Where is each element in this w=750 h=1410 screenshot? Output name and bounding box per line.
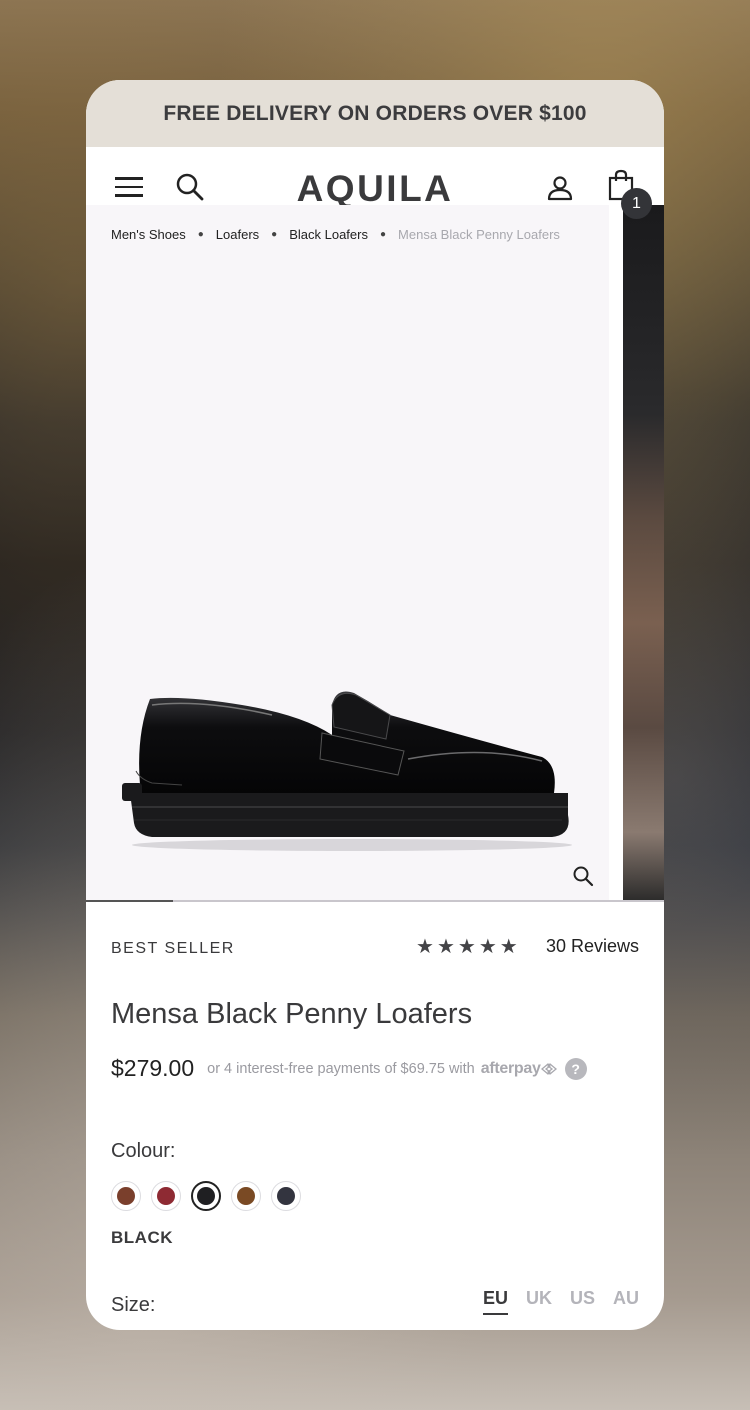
size-row: Size: EU UK US AU bbox=[111, 1288, 639, 1328]
breadcrumb-item-black-loafers[interactable]: Black Loafers bbox=[289, 227, 368, 242]
product-gallery[interactable]: Men's Shoes ● Loafers ● Black Loafers ● … bbox=[86, 205, 664, 902]
breadcrumb-separator: ● bbox=[379, 229, 387, 240]
brand-logo[interactable]: AQUILA bbox=[86, 167, 664, 205]
breadcrumb: Men's Shoes ● Loafers ● Black Loafers ● … bbox=[111, 227, 560, 242]
size-tab-au[interactable]: AU bbox=[613, 1288, 639, 1315]
breadcrumb-separator: ● bbox=[197, 229, 204, 240]
colour-swatch[interactable] bbox=[111, 1181, 141, 1211]
star-icon: ★ bbox=[499, 936, 518, 958]
breadcrumb-item-mens-shoes[interactable]: Men's Shoes bbox=[111, 227, 186, 242]
colour-swatch[interactable] bbox=[151, 1181, 181, 1211]
breadcrumb-current: Mensa Black Penny Loafers bbox=[398, 227, 560, 242]
star-icon: ★ bbox=[416, 936, 434, 958]
badge-row: BEST SELLER ★ ★ ★ ★ ★ 30 Reviews bbox=[111, 902, 639, 960]
reviews-link[interactable]: 30 Reviews bbox=[546, 936, 639, 957]
site-header: AQUILA bbox=[86, 147, 664, 205]
promo-banner: FREE DELIVERY ON ORDERS OVER $100 bbox=[86, 80, 664, 147]
selected-colour-name: BLACK bbox=[111, 1228, 173, 1247]
afterpay-text: or 4 interest-free payments of $69.75 wi… bbox=[207, 1060, 475, 1077]
product-image-loafer bbox=[122, 691, 572, 851]
colour-swatch-selected[interactable] bbox=[191, 1181, 221, 1211]
afterpay-arrows-icon bbox=[540, 1062, 557, 1075]
price-row: $279.00 or 4 interest-free payments of $… bbox=[111, 1055, 639, 1082]
product-title: Mensa Black Penny Loafers bbox=[111, 998, 473, 1030]
product-price: $279.00 bbox=[111, 1055, 195, 1081]
colour-swatch[interactable] bbox=[271, 1181, 301, 1211]
colour-label: Colour: bbox=[111, 1140, 176, 1162]
star-icon: ★ bbox=[457, 936, 476, 958]
star-icon: ★ bbox=[478, 936, 497, 958]
cart-count-badge: 1 bbox=[621, 188, 652, 219]
next-product-image-slide[interactable] bbox=[623, 205, 664, 902]
breadcrumb-separator: ● bbox=[271, 229, 278, 240]
best-seller-badge: BEST SELLER bbox=[111, 940, 235, 957]
afterpay-logo: afterpay bbox=[480, 1059, 541, 1077]
product-image-slide[interactable]: Men's Shoes ● Loafers ● Black Loafers ● … bbox=[86, 205, 609, 902]
size-tab-uk[interactable]: UK bbox=[526, 1288, 552, 1315]
zoom-icon[interactable] bbox=[572, 865, 594, 887]
app-window: FREE DELIVERY ON ORDERS OVER $100 AQUILA… bbox=[86, 80, 664, 1330]
breadcrumb-item-loafers[interactable]: Loafers bbox=[216, 227, 259, 242]
promo-text: FREE DELIVERY ON ORDERS OVER $100 bbox=[163, 101, 587, 125]
colour-swatch[interactable] bbox=[231, 1181, 261, 1211]
star-icon: ★ bbox=[436, 936, 455, 958]
help-icon[interactable]: ? bbox=[564, 1057, 587, 1080]
size-tab-us[interactable]: US bbox=[570, 1288, 595, 1315]
colour-swatches bbox=[111, 1181, 639, 1211]
size-system-tabs: EU UK US AU bbox=[482, 1288, 639, 1315]
product-info: BEST SELLER ★ ★ ★ ★ ★ 30 Reviews Mensa B… bbox=[86, 902, 664, 1328]
size-label: Size: bbox=[111, 1294, 156, 1316]
size-tab-eu[interactable]: EU bbox=[482, 1288, 508, 1315]
rating-stars[interactable]: ★ ★ ★ ★ ★ bbox=[416, 936, 518, 958]
user-icon[interactable] bbox=[546, 174, 574, 202]
